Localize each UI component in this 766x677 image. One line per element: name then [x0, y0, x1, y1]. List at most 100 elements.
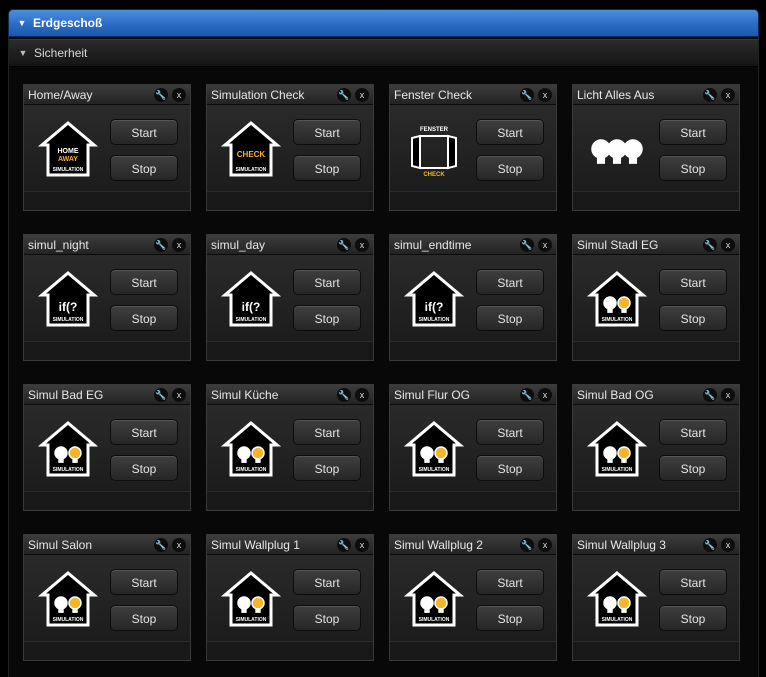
start-button[interactable]: Start: [659, 569, 727, 595]
scene-card-simul-stadl-eg: Simul Stadl EG 🔧 x SIMULATION Start Stop: [572, 234, 740, 361]
wrench-icon[interactable]: 🔧: [154, 537, 168, 552]
close-icon[interactable]: x: [172, 537, 186, 552]
card-body: SIMULATION Start Stop: [207, 555, 373, 641]
stop-button[interactable]: Stop: [476, 305, 544, 331]
close-icon[interactable]: x: [172, 237, 186, 252]
stop-button[interactable]: Stop: [293, 305, 361, 331]
stop-button[interactable]: Stop: [476, 455, 544, 481]
wrench-icon[interactable]: 🔧: [520, 387, 534, 402]
stop-button[interactable]: Stop: [110, 305, 178, 331]
close-icon[interactable]: x: [721, 387, 735, 402]
close-icon[interactable]: x: [721, 87, 735, 102]
wrench-icon[interactable]: 🔧: [154, 87, 168, 102]
wrench-icon[interactable]: 🔧: [703, 237, 717, 252]
start-button[interactable]: Start: [476, 419, 544, 445]
start-button[interactable]: Start: [110, 269, 178, 295]
svg-text:SIMULATION: SIMULATION: [236, 167, 267, 173]
close-icon[interactable]: x: [538, 387, 552, 402]
card-body: SIMULATION Start Stop: [24, 555, 190, 641]
wrench-icon[interactable]: 🔧: [337, 387, 351, 402]
wrench-icon[interactable]: 🔧: [520, 537, 534, 552]
svg-text:SIMULATION: SIMULATION: [602, 467, 633, 473]
start-button[interactable]: Start: [659, 269, 727, 295]
floor-title: Erdgeschoß: [33, 16, 103, 30]
card-title: Simul Bad OG: [577, 387, 654, 402]
close-icon[interactable]: x: [721, 537, 735, 552]
scene-card-simul-flur-og: Simul Flur OG 🔧 x SIMULATION Start Stop: [389, 384, 557, 511]
card-title: Simul Bad EG: [28, 387, 104, 402]
card-footer: [207, 341, 373, 360]
start-button[interactable]: Start: [110, 419, 178, 445]
close-icon[interactable]: x: [721, 237, 735, 252]
wrench-icon[interactable]: 🔧: [703, 387, 717, 402]
close-icon[interactable]: x: [172, 387, 186, 402]
start-button[interactable]: Start: [476, 569, 544, 595]
card-title: Simul Wallplug 2: [394, 537, 483, 552]
start-button[interactable]: Start: [293, 269, 361, 295]
card-footer: [207, 191, 373, 210]
card-title: Simulation Check: [211, 87, 305, 102]
stop-button[interactable]: Stop: [476, 605, 544, 631]
wrench-icon[interactable]: 🔧: [703, 537, 717, 552]
floor-header-erdgeschoss[interactable]: ▼ Erdgeschoß: [8, 9, 759, 37]
wrench-icon[interactable]: 🔧: [154, 387, 168, 402]
close-icon[interactable]: x: [538, 87, 552, 102]
start-button[interactable]: Start: [110, 119, 178, 145]
card-footer: [24, 341, 190, 360]
scene-card-simulation-check: Simulation Check 🔧 x CHECK SIMULATION Start St…: [206, 84, 374, 211]
section-header-sicherheit[interactable]: ▼ Sicherheit: [9, 39, 758, 67]
wrench-icon[interactable]: 🔧: [337, 87, 351, 102]
light-simulation-icon: SIMULATION: [220, 419, 282, 479]
home-away-icon: HOME AWAY SIMULATION: [37, 119, 99, 179]
close-icon[interactable]: x: [355, 237, 369, 252]
close-icon[interactable]: x: [355, 87, 369, 102]
close-icon[interactable]: x: [355, 387, 369, 402]
light-simulation-icon: SIMULATION: [586, 569, 648, 629]
start-button[interactable]: Start: [659, 419, 727, 445]
start-button[interactable]: Start: [293, 119, 361, 145]
light-simulation-icon: SIMULATION: [37, 419, 99, 479]
stop-button[interactable]: Stop: [293, 455, 361, 481]
start-button[interactable]: Start: [476, 119, 544, 145]
card-header: Simul Wallplug 3 🔧 x: [573, 535, 739, 555]
card-footer: [24, 491, 190, 510]
card-header: Simul Wallplug 1 🔧 x: [207, 535, 373, 555]
card-footer: [207, 641, 373, 660]
card-header: Simul Salon 🔧 x: [24, 535, 190, 555]
wrench-icon[interactable]: 🔧: [520, 87, 534, 102]
card-title: simul_endtime: [394, 237, 472, 252]
wrench-icon[interactable]: 🔧: [703, 87, 717, 102]
card-footer: [390, 191, 556, 210]
stop-button[interactable]: Stop: [659, 605, 727, 631]
svg-text:SIMULATION: SIMULATION: [53, 317, 84, 323]
card-header: Home/Away 🔧 x: [24, 85, 190, 105]
wrench-icon[interactable]: 🔧: [154, 237, 168, 252]
stop-button[interactable]: Stop: [293, 605, 361, 631]
start-button[interactable]: Start: [659, 119, 727, 145]
start-button[interactable]: Start: [110, 569, 178, 595]
scene-card-licht-alles-aus: Licht Alles Aus 🔧 x Start Stop: [572, 84, 740, 211]
stop-button[interactable]: Stop: [110, 455, 178, 481]
card-body: CHECK SIMULATION Start Stop: [207, 105, 373, 191]
wrench-icon[interactable]: 🔧: [337, 537, 351, 552]
stop-button[interactable]: Stop: [659, 155, 727, 181]
stop-button[interactable]: Stop: [476, 155, 544, 181]
close-icon[interactable]: x: [355, 537, 369, 552]
svg-text:SIMULATION: SIMULATION: [53, 617, 84, 623]
stop-button[interactable]: Stop: [659, 455, 727, 481]
start-button[interactable]: Start: [476, 269, 544, 295]
wrench-icon[interactable]: 🔧: [520, 237, 534, 252]
stop-button[interactable]: Stop: [110, 605, 178, 631]
light-simulation-icon: SIMULATION: [403, 569, 465, 629]
close-icon[interactable]: x: [538, 237, 552, 252]
stop-button[interactable]: Stop: [293, 155, 361, 181]
stop-button[interactable]: Stop: [659, 305, 727, 331]
start-button[interactable]: Start: [293, 569, 361, 595]
stop-button[interactable]: Stop: [110, 155, 178, 181]
card-header: Simulation Check 🔧 x: [207, 85, 373, 105]
start-button[interactable]: Start: [293, 419, 361, 445]
close-icon[interactable]: x: [172, 87, 186, 102]
wrench-icon[interactable]: 🔧: [337, 237, 351, 252]
close-icon[interactable]: x: [538, 537, 552, 552]
scene-card-home-away: Home/Away 🔧 x HOME AWAY SIMULATION Start Stop: [23, 84, 191, 211]
